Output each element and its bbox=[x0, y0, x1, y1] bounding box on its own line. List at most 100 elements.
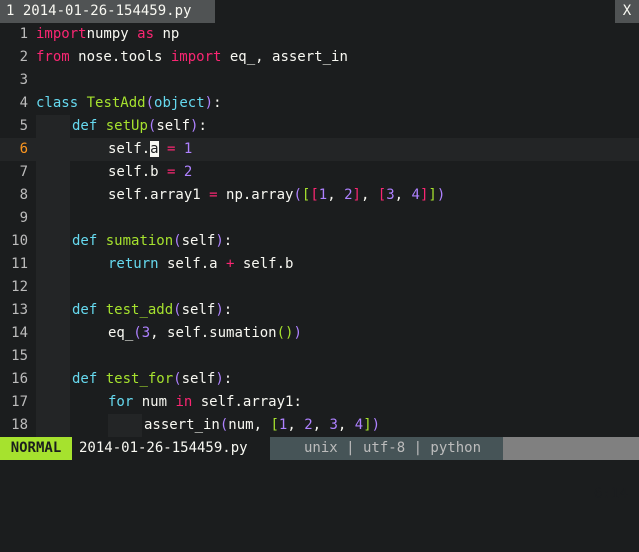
code-text: assert_in(num, [1, 2, 3, 4]) bbox=[144, 414, 380, 437]
line-number: 7 bbox=[19, 164, 28, 180]
code-token: ) bbox=[204, 95, 214, 111]
code-token: def bbox=[72, 233, 98, 249]
code-line[interactable]: 14 eq_(3, self.sumation()) bbox=[0, 322, 639, 345]
code-token: def bbox=[72, 371, 98, 387]
code-token: numpy bbox=[86, 26, 138, 42]
code-token: ] bbox=[363, 417, 372, 433]
code-text: def test_add(self): bbox=[72, 299, 232, 322]
code-token: import bbox=[36, 26, 87, 42]
code-token: class bbox=[36, 95, 79, 111]
code-line[interactable]: 12 bbox=[0, 276, 639, 299]
code-token: in bbox=[175, 394, 193, 410]
code-line[interactable]: 15 bbox=[0, 345, 639, 368]
code-token: ] bbox=[428, 187, 437, 203]
editor-buffer[interactable]: 1 importnumpy as np 2 from nose.tools impor… bbox=[0, 23, 639, 437]
code-token: : bbox=[213, 95, 222, 111]
code-token: [ bbox=[310, 187, 319, 203]
code-token: , bbox=[327, 187, 345, 203]
code-token: 3 bbox=[329, 417, 338, 433]
line-number: 6 bbox=[19, 141, 28, 157]
code-token: self.b bbox=[234, 256, 294, 272]
code-token: for bbox=[108, 394, 134, 410]
command-line[interactable] bbox=[0, 460, 639, 479]
code-token: self bbox=[181, 371, 216, 387]
code-line[interactable]: 8 self.array1 = np.array([[1, 2], [3, 4]]… bbox=[0, 184, 639, 207]
code-token: object bbox=[154, 95, 205, 111]
code-token: ) bbox=[215, 371, 224, 387]
code-token: num, bbox=[228, 417, 271, 433]
code-token: assert_in bbox=[144, 417, 220, 433]
code-line[interactable]: 2 from nose.tools import eq_, assert_in bbox=[0, 46, 639, 69]
code-line[interactable]: 18 assert_in(num, [1, 2, 3, 4]) bbox=[0, 414, 639, 437]
code-token: , self.sumation bbox=[150, 325, 277, 341]
code-token: self. bbox=[108, 141, 151, 157]
code-token: [ bbox=[270, 417, 279, 433]
text-cursor: a bbox=[150, 141, 159, 157]
line-number: 12 bbox=[11, 279, 28, 295]
indent-guide bbox=[108, 414, 142, 437]
code-line[interactable]: 16 def test_for(self): bbox=[0, 368, 639, 391]
code-token: self bbox=[181, 233, 216, 249]
code-token: ( bbox=[173, 302, 182, 318]
code-line[interactable]: 11 return self.a + self.b bbox=[0, 253, 639, 276]
code-line[interactable]: 9 bbox=[0, 207, 639, 230]
line-number: 13 bbox=[11, 302, 28, 318]
code-token: import bbox=[170, 49, 222, 65]
status-file-info: unix | utf-8 | python bbox=[304, 440, 482, 456]
code-token: ) bbox=[293, 325, 302, 341]
code-token: ( bbox=[173, 233, 182, 249]
code-line[interactable]: 3 bbox=[0, 69, 639, 92]
code-line[interactable]: 5 def setUp(self): bbox=[0, 115, 639, 138]
code-token: [ bbox=[377, 187, 387, 203]
line-number: 3 bbox=[19, 72, 28, 88]
code-token: test_for bbox=[105, 371, 174, 387]
code-line[interactable]: 17 for num in self.array1: bbox=[0, 391, 639, 414]
code-token: TestAdd bbox=[86, 95, 146, 111]
code-line[interactable]: 10 def sumation(self): bbox=[0, 230, 639, 253]
code-token: self bbox=[156, 118, 191, 134]
code-token: 4 bbox=[411, 187, 420, 203]
line-number: 8 bbox=[19, 187, 28, 203]
code-token: def bbox=[72, 302, 98, 318]
tab-number: 1 bbox=[6, 3, 15, 19]
code-token: ] bbox=[352, 187, 361, 203]
indent-guide bbox=[36, 276, 70, 299]
code-text: def test_for(self): bbox=[72, 368, 232, 391]
code-token: 1 bbox=[183, 141, 193, 157]
code-token: ) bbox=[215, 233, 224, 249]
code-token: eq_ bbox=[108, 325, 134, 341]
code-token: , bbox=[360, 187, 378, 203]
code-line[interactable]: 4 class TestAdd(object): bbox=[0, 92, 639, 115]
indent-guide bbox=[36, 391, 70, 414]
code-token: sumation bbox=[105, 233, 174, 249]
code-line[interactable]: 6 self.a = 1 bbox=[0, 138, 639, 161]
code-line[interactable]: 13 def test_add(self): bbox=[0, 299, 639, 322]
code-token: as bbox=[137, 26, 155, 42]
indent-guide bbox=[36, 230, 70, 253]
code-token: return bbox=[108, 256, 159, 272]
code-text: self.array1 = np.array([[1, 2], [3, 4]]) bbox=[108, 184, 445, 207]
code-token: , bbox=[287, 417, 305, 433]
line-number: 5 bbox=[19, 118, 28, 134]
code-line[interactable]: 1 importnumpy as np bbox=[0, 23, 639, 46]
code-token: 2 bbox=[304, 417, 313, 433]
code-token: self.a bbox=[158, 256, 227, 272]
line-number: 10 bbox=[11, 233, 28, 249]
code-text: self.a = 1 bbox=[108, 138, 192, 161]
code-text: def sumation(self): bbox=[72, 230, 232, 253]
close-tab-button[interactable]: X bbox=[615, 0, 639, 23]
code-line[interactable]: 7 self.b = 2 bbox=[0, 161, 639, 184]
tab-active[interactable]: 1 2014-01-26-154459.py bbox=[0, 0, 215, 23]
statusline: NORMAL 2014-01-26-154459.py unix | utf-8… bbox=[0, 437, 639, 502]
indent-guide bbox=[36, 322, 70, 345]
code-token: np bbox=[154, 26, 180, 42]
code-token: ( bbox=[133, 325, 142, 341]
indent-guide bbox=[36, 207, 70, 230]
code-text: return self.a + self.b bbox=[108, 253, 293, 276]
code-text: self.b = 2 bbox=[108, 161, 192, 184]
